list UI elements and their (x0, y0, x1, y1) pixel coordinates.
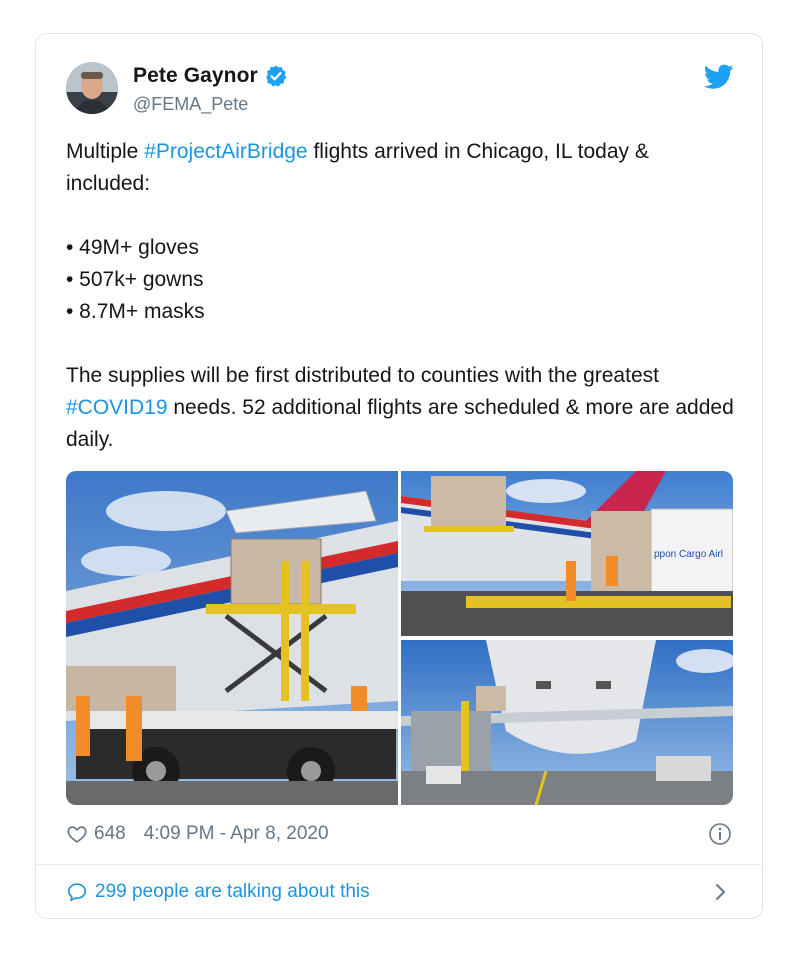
tweet-card: Pete Gaynor @FEMA_Pete Multiple #Project… (35, 33, 763, 919)
tweet-timestamp[interactable]: 4:09 PM - Apr 8, 2020 (144, 823, 329, 845)
author-handle[interactable]: @FEMA_Pete (133, 94, 248, 115)
tweet-paragraph-1: Multiple #ProjectAirBridge flights arriv… (66, 136, 736, 200)
conversation-link[interactable]: 299 people are talking about this (66, 876, 736, 908)
bullet-item: • 49M+ gloves (66, 236, 199, 259)
tweet-paragraph-2: The supplies will be first distributed t… (66, 360, 736, 456)
bullet-item: • 507k+ gowns (66, 268, 204, 291)
avatar[interactable] (66, 62, 118, 114)
trailer-text: ppon Cargo Airl (654, 549, 723, 560)
cargo-loading-photo-top-right[interactable]: ppon Cargo Airl (401, 471, 733, 636)
tweet-text: Multiple #ProjectAirBridge flights arriv… (66, 136, 736, 456)
media-grid: ppon Cargo Airl (66, 471, 733, 805)
info-icon[interactable] (708, 822, 732, 846)
bullet-item: • 8.7M+ masks (66, 300, 205, 323)
author-name[interactable]: Pete Gaynor (133, 64, 258, 88)
heart-icon[interactable] (66, 823, 88, 845)
tweet-meta: 648 4:09 PM - Apr 8, 2020 (66, 819, 736, 849)
divider (36, 864, 762, 865)
hashtag-projectairbridge-link[interactable]: #ProjectAirBridge (144, 140, 307, 163)
verified-badge-icon (266, 65, 287, 87)
like-count[interactable]: 648 (94, 823, 126, 845)
conversation-count-text[interactable]: 299 people are talking about this (95, 881, 370, 903)
tweet-text-segment: Multiple (66, 140, 145, 163)
hashtag-covid19-link[interactable]: #COVID19 (66, 396, 168, 419)
author-name-row[interactable]: Pete Gaynor (133, 64, 288, 88)
twitter-bird-icon[interactable] (704, 64, 734, 90)
speech-bubble-icon (67, 883, 87, 902)
aircraft-underside-photo-bottom-right[interactable] (401, 640, 733, 805)
chevron-right-icon[interactable] (712, 883, 728, 901)
tweet-text-segment: The supplies will be first distributed t… (66, 364, 659, 387)
cargo-loading-photo-left[interactable] (66, 471, 398, 805)
